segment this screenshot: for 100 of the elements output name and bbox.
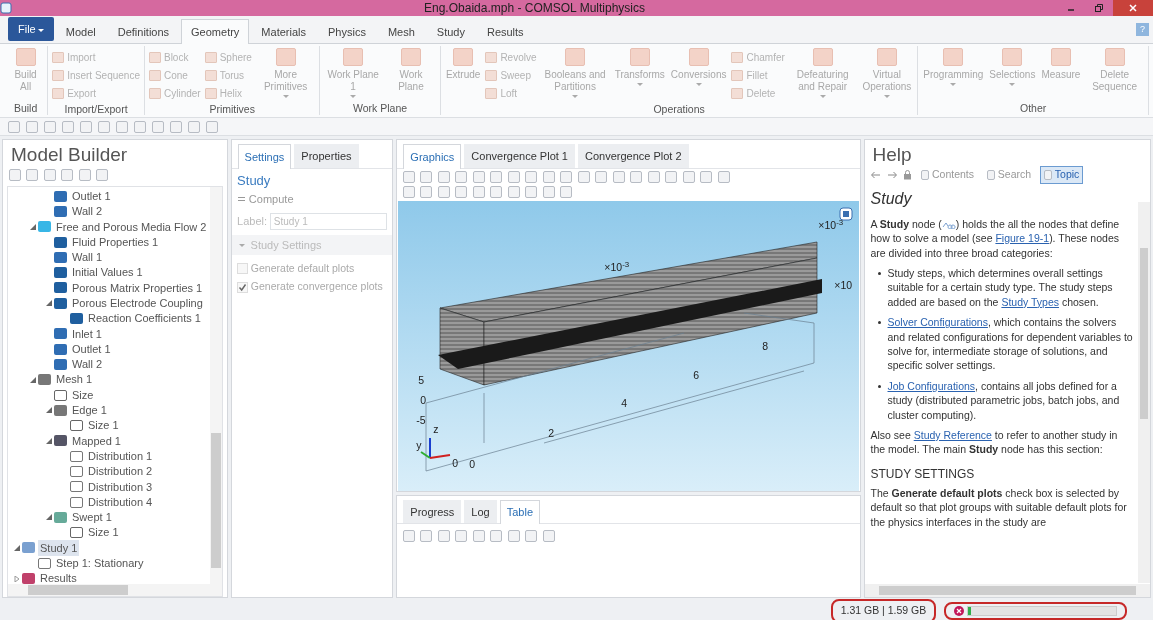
toolbar-icon[interactable] [560, 171, 573, 184]
lock-icon[interactable] [903, 169, 912, 180]
toolbar-icon[interactable] [647, 171, 660, 184]
toolbar-icon[interactable] [402, 171, 415, 184]
toolbar-icon[interactable] [78, 168, 91, 181]
tree-item[interactable]: Outlet 1 [70, 340, 113, 358]
tree-item[interactable]: Distribution 4 [86, 493, 155, 511]
tree-item[interactable]: Free and Porous Media Flow 2 [54, 218, 209, 235]
panel-tab[interactable]: Graphics [403, 144, 462, 169]
toolbar-icon[interactable] [577, 171, 590, 184]
toolbar-icon[interactable] [507, 171, 520, 184]
toolbar-icon[interactable] [455, 171, 468, 184]
tree-item[interactable]: Fluid Properties 1 [70, 233, 161, 251]
help-link[interactable]: Figure 19-1 [995, 232, 1050, 245]
expander-icon[interactable] [46, 407, 52, 414]
toolbar-icon[interactable] [525, 186, 538, 198]
tree-item[interactable]: Size 1 [86, 524, 121, 541]
toolbar-icon[interactable] [682, 171, 695, 184]
panel-tab[interactable]: Progress [403, 499, 462, 523]
expander-icon[interactable] [14, 575, 20, 582]
ribbon-tab[interactable]: Results [476, 19, 534, 43]
toolbar-icon[interactable] [490, 529, 503, 542]
toolbar-icon[interactable] [80, 120, 92, 133]
toolbar-icon[interactable] [152, 120, 164, 133]
toolbar-icon[interactable] [472, 186, 485, 198]
ribbon-tab[interactable]: Materials [251, 19, 316, 43]
help-link[interactable]: Study Types [1001, 295, 1059, 308]
toolbar-icon[interactable] [507, 529, 520, 542]
tree-item[interactable]: Distribution 1 [86, 447, 155, 465]
tree-item[interactable]: Porous Electrode Coupling [70, 295, 205, 312]
toolbar-icon[interactable] [98, 120, 110, 133]
toolbar-icon[interactable] [44, 120, 56, 133]
toolbar-icon[interactable] [717, 171, 730, 184]
file-menu[interactable]: File [8, 17, 54, 41]
toolbar-icon[interactable] [472, 529, 485, 542]
expander-icon[interactable] [14, 544, 20, 551]
panel-tab[interactable]: Convergence Plot 1 [464, 144, 575, 168]
toolbar-icon[interactable] [43, 168, 56, 181]
tree-item[interactable]: Mesh 1 [54, 371, 95, 388]
help-link[interactable]: Study Reference [913, 429, 992, 442]
panel-tab[interactable]: Convergence Plot 2 [578, 144, 689, 168]
toolbar-icon[interactable] [420, 171, 433, 184]
toolbar-icon[interactable] [490, 186, 503, 198]
toolbar-icon[interactable] [612, 171, 625, 184]
tree-item[interactable]: Reaction Coefficients 1 [86, 310, 203, 327]
scrollbar[interactable] [864, 584, 1150, 597]
toolbar-icon[interactable] [630, 171, 643, 184]
checkbox[interactable] [237, 263, 249, 275]
toolbar-icon[interactable] [665, 171, 678, 184]
ribbon-tab[interactable]: Geometry [181, 19, 250, 44]
tree-item[interactable]: Outlet 1 [70, 187, 113, 205]
toolbar-icon[interactable] [62, 120, 74, 133]
toolbar-icon[interactable] [402, 186, 415, 198]
expander-icon[interactable] [46, 300, 52, 307]
panel-tab[interactable]: Settings [237, 144, 292, 169]
ribbon-tab[interactable]: Definitions [107, 19, 180, 43]
toolbar-icon[interactable] [420, 529, 433, 542]
toolbar-icon[interactable] [402, 529, 415, 542]
tree-item[interactable]: Size [70, 386, 96, 404]
ribbon-tab[interactable]: Study [426, 19, 475, 43]
help-nav-button[interactable]: Topic [1040, 166, 1084, 184]
toolbar-icon[interactable] [61, 168, 73, 181]
help-link[interactable]: Solver Configurations [887, 316, 988, 329]
toolbar-icon[interactable] [134, 120, 146, 133]
toolbar-icon[interactable] [542, 186, 555, 198]
toolbar-icon[interactable] [26, 168, 38, 181]
tree-item[interactable]: Mapped 1 [70, 432, 123, 450]
toolbar-icon[interactable] [700, 171, 713, 184]
toolbar-icon[interactable] [455, 186, 468, 198]
toolbar-icon[interactable] [437, 529, 450, 542]
toolbar-icon[interactable] [26, 120, 38, 133]
tree-item[interactable]: Porous Matrix Properties 1 [70, 279, 205, 297]
tree-item[interactable]: Wall 2 [70, 356, 105, 373]
tree-item[interactable]: Edge 1 [70, 402, 109, 419]
toolbar-icon[interactable] [560, 186, 573, 198]
forward-arrow-icon[interactable] [886, 170, 898, 179]
toolbar-icon[interactable] [542, 529, 555, 542]
toolbar-icon[interactable] [490, 171, 503, 184]
toolbar-icon[interactable] [472, 171, 485, 184]
scrollbar[interactable] [8, 584, 222, 596]
scrollbar[interactable] [1138, 202, 1150, 583]
panel-tab[interactable]: Properties [294, 144, 359, 168]
toolbar-icon[interactable] [170, 120, 182, 133]
expander-icon[interactable] [46, 437, 52, 444]
tree-item[interactable]: Distribution 3 [86, 478, 155, 496]
toolbar-icon[interactable] [437, 171, 450, 184]
toolbar-icon[interactable] [437, 186, 450, 198]
toolbar-icon[interactable] [96, 168, 108, 181]
tree-item[interactable]: Swept 1 [70, 509, 114, 526]
tree-item[interactable]: Step 1: Stationary [54, 555, 146, 572]
toolbar-icon[interactable] [188, 120, 200, 133]
tree-item[interactable]: Distribution 2 [86, 463, 155, 480]
toolbar-icon[interactable] [525, 529, 538, 542]
panel-tab[interactable]: Log [464, 499, 497, 523]
toolbar-icon[interactable] [420, 186, 433, 198]
tree-item[interactable]: Size 1 [86, 417, 121, 434]
toolbar-icon[interactable] [8, 120, 20, 133]
ribbon-tab[interactable]: Model [55, 19, 106, 43]
graphics-canvas[interactable]: ×10$^{-3}$ ×10$^{-3}$ ×10 5 0 -5 2 4 6 8 0 0 z y [398, 200, 859, 491]
ribbon-tab[interactable]: Physics [318, 19, 376, 43]
